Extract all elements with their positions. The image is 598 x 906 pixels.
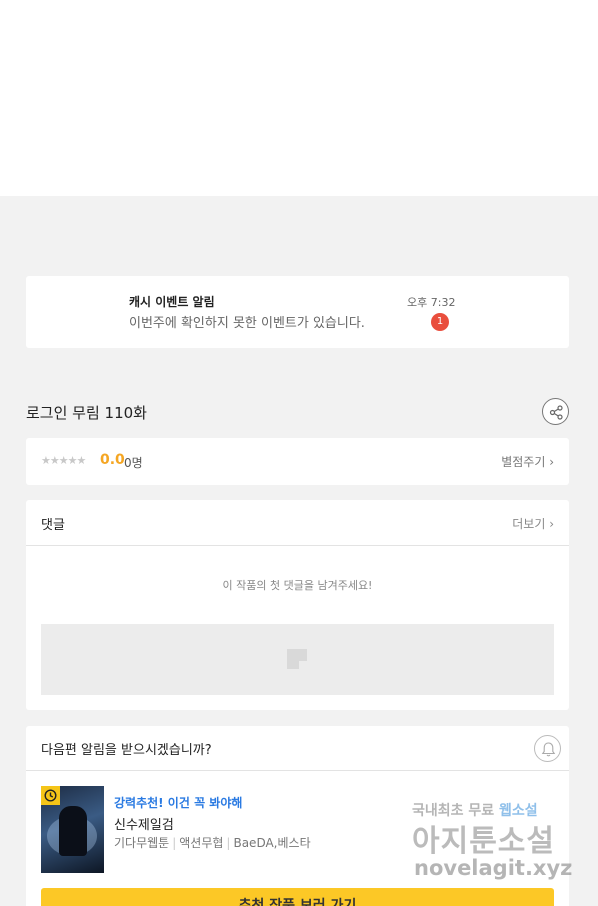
comments-section: 댓글 더보기 › 이 작품의 첫 댓글을 남겨주세요! xyxy=(26,500,569,710)
recommendation-promo: 강력추천! 이건 꼭 봐야해 xyxy=(114,796,243,810)
recommended-meta: 기다무웹툰 | 액션무협 | BaeDA,베스타 xyxy=(114,836,311,850)
rating-count: 0명 xyxy=(124,456,143,470)
notification-badge: 1 xyxy=(431,313,449,331)
comment-ad-placeholder xyxy=(41,624,554,695)
wait-free-badge xyxy=(41,786,60,805)
comments-more-link[interactable]: 더보기 › xyxy=(512,515,554,532)
rating-bar: ★★★★★ 0.0 0명 별점주기 › xyxy=(26,438,569,485)
image-placeholder-icon xyxy=(287,649,307,669)
notification-time: 오후 7:32 xyxy=(407,296,456,309)
rating-stars: ★★★★★ xyxy=(41,454,86,467)
share-icon xyxy=(549,405,563,420)
recommended-thumbnail[interactable] xyxy=(41,786,104,873)
next-alert-header: 다음편 알림을 받으시겠습니까? xyxy=(26,726,569,771)
clock-icon xyxy=(44,789,57,802)
comments-empty-message: 이 작품의 첫 댓글을 남겨주세요! xyxy=(222,579,373,592)
recommended-title[interactable]: 신수제일검 xyxy=(114,814,174,833)
rating-score: 0.0 xyxy=(100,452,125,468)
rate-button[interactable]: 별점주기 › xyxy=(501,453,554,470)
comments-title: 댓글 xyxy=(41,518,65,533)
cash-event-notification[interactable]: 캐시 이벤트 알림 이번주에 확인하지 못한 이벤트가 있습니다. 오후 7:3… xyxy=(26,276,569,348)
share-button[interactable] xyxy=(542,398,569,425)
next-alert-question: 다음편 알림을 받으시겠습니까? xyxy=(41,743,212,758)
ad-banner-area xyxy=(0,0,598,196)
recommended-category: 액션무협 xyxy=(179,836,224,850)
recommended-genre: 기다무웹툰 xyxy=(114,836,170,850)
view-recommendations-button[interactable]: 추천 작품 보러 가기 xyxy=(41,888,554,906)
notification-body: 이번주에 확인하지 못한 이벤트가 있습니다. xyxy=(129,316,365,331)
alert-bell-button[interactable] xyxy=(534,735,561,762)
comments-header: 댓글 더보기 › xyxy=(26,500,569,546)
notification-title: 캐시 이벤트 알림 xyxy=(129,295,215,309)
episode-title: 로그인 무림 110화 xyxy=(26,404,147,422)
next-episode-card: 다음편 알림을 받으시겠습니까? 강력추천! 이건 꼭 봐야해 신수제일검 기다… xyxy=(26,726,569,906)
recommended-authors: BaeDA,베스타 xyxy=(233,836,311,850)
bell-icon xyxy=(541,742,556,757)
